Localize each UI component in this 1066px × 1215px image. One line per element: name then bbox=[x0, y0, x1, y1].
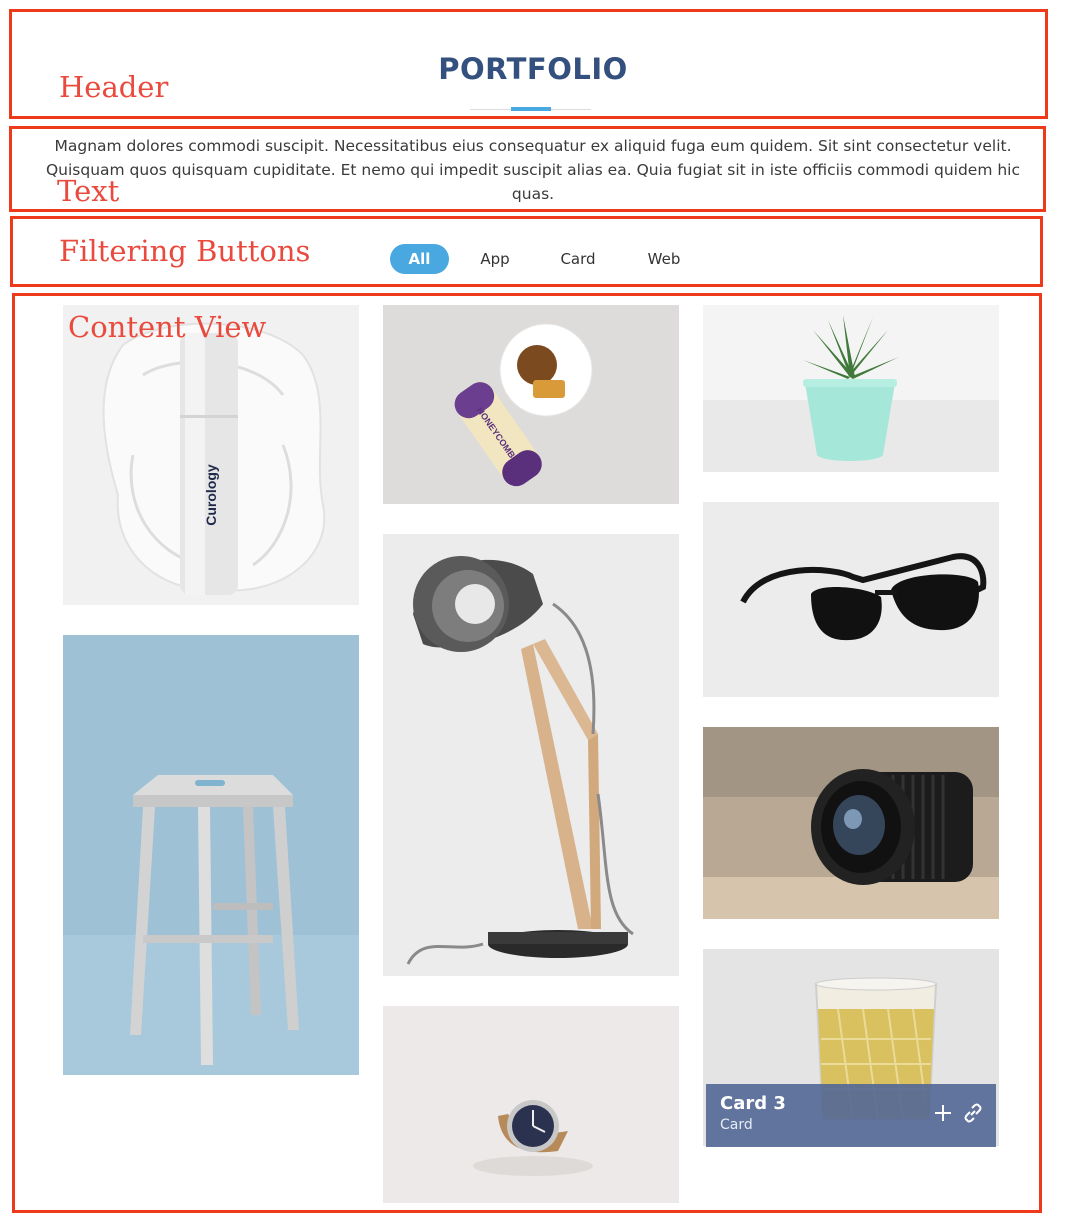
portfolio-item-stool[interactable] bbox=[63, 635, 359, 1075]
filter-all-button[interactable]: All bbox=[390, 244, 449, 274]
overlay-category: Card bbox=[720, 1117, 753, 1133]
overlay-title: Card 3 bbox=[720, 1093, 786, 1114]
annotation-filtering-label: Filtering Buttons bbox=[59, 234, 311, 268]
page-title: PORTFOLIO bbox=[438, 52, 628, 86]
succulent-image bbox=[703, 305, 999, 472]
portfolio-item-honeycomb[interactable]: HONEYCOMB bbox=[383, 305, 679, 504]
stool-image bbox=[63, 635, 359, 1075]
portfolio-item-bottle[interactable]: Curology bbox=[63, 305, 359, 605]
portfolio-item-succulent[interactable] bbox=[703, 305, 999, 472]
link-icon[interactable] bbox=[962, 1102, 984, 1124]
bottle-image: Curology bbox=[63, 305, 359, 605]
sunglasses-image bbox=[703, 502, 999, 697]
annotation-content-label: Content View bbox=[68, 310, 267, 344]
filter-web-button[interactable]: Web bbox=[638, 244, 690, 274]
portfolio-item-sunglasses[interactable] bbox=[703, 502, 999, 697]
lens-image bbox=[703, 727, 999, 919]
watch-image bbox=[383, 1006, 679, 1203]
portfolio-item-overlay: Card 3 Card bbox=[706, 1084, 996, 1147]
title-accent-bar bbox=[511, 107, 551, 111]
plus-icon[interactable] bbox=[932, 1102, 954, 1124]
portfolio-item-lens[interactable] bbox=[703, 727, 999, 919]
honeycomb-image: HONEYCOMB bbox=[383, 305, 679, 504]
lamp-image bbox=[383, 534, 679, 976]
intro-text: Magnam dolores commodi suscipit. Necessi… bbox=[45, 137, 1021, 203]
portfolio-item-lamp[interactable] bbox=[383, 534, 679, 976]
portfolio-item-watch[interactable] bbox=[383, 1006, 679, 1203]
filter-card-button[interactable]: Card bbox=[550, 244, 606, 274]
svg-text:Curology: Curology bbox=[203, 464, 219, 526]
filter-app-button[interactable]: App bbox=[470, 244, 520, 274]
